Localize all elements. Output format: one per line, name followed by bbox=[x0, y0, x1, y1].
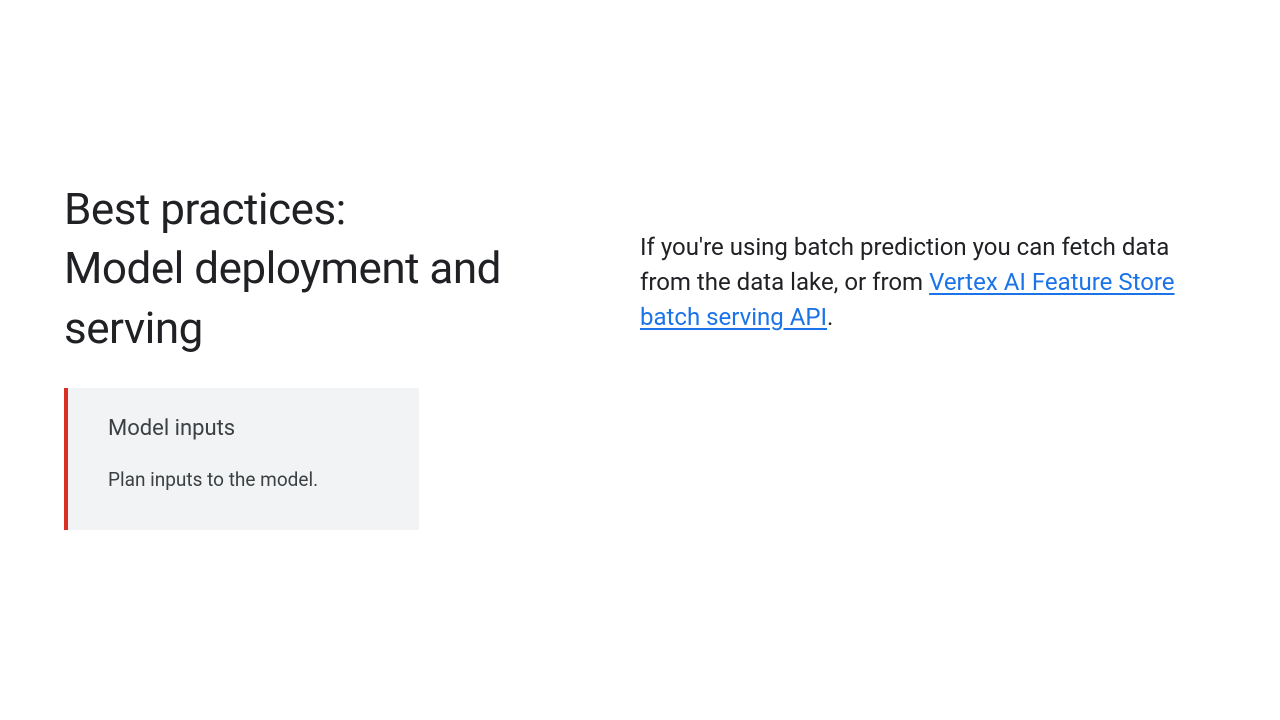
right-column: If you're using batch prediction you can… bbox=[640, 0, 1280, 720]
left-column: Best practices: Model deployment and ser… bbox=[0, 0, 640, 720]
body-paragraph: If you're using batch prediction you can… bbox=[640, 230, 1220, 334]
page-title: Best practices: Model deployment and ser… bbox=[64, 180, 580, 358]
card-description: Plan inputs to the model. bbox=[108, 467, 383, 494]
title-line-1: Best practices: bbox=[64, 183, 346, 235]
title-line-2: Model deployment and serving bbox=[64, 242, 501, 353]
highlight-card: Model inputs Plan inputs to the model. bbox=[64, 388, 419, 530]
card-heading: Model inputs bbox=[108, 416, 383, 441]
body-text-after: . bbox=[827, 303, 833, 331]
